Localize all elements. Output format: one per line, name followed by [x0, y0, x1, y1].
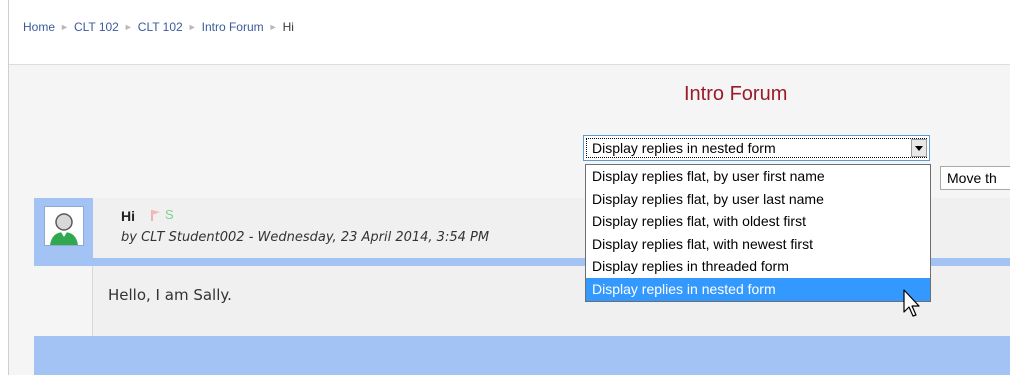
- breadcrumb-separator-icon: ►: [60, 22, 69, 32]
- flag-icon[interactable]: [149, 208, 163, 222]
- option-threaded[interactable]: Display replies in threaded form: [586, 255, 930, 278]
- move-discussion-select[interactable]: Move th: [940, 166, 1010, 190]
- post-byline: by CLT Student002 - Wednesday, 23 April …: [121, 230, 490, 245]
- move-discussion-label: Move th: [947, 170, 997, 186]
- post-footer: [34, 336, 1010, 375]
- post-subject: Hi: [121, 208, 135, 224]
- option-flat-oldest-first[interactable]: Display replies flat, with oldest first: [586, 210, 930, 233]
- forum-title: Intro Forum: [684, 83, 788, 105]
- mouse-cursor-icon: [903, 289, 920, 317]
- breadcrumb-separator-icon: ►: [268, 22, 278, 32]
- option-nested[interactable]: Display replies in nested form: [586, 277, 930, 301]
- display-mode-dropdown-list: Display replies flat, by user first name…: [585, 164, 931, 302]
- chevron-down-icon[interactable]: [911, 139, 927, 157]
- breadcrumb: Home ► CLT 102 ► CLT 102 ► Intro Forum ► Hi: [23, 20, 294, 34]
- breadcrumb-current: Hi: [282, 20, 294, 34]
- breadcrumb-separator-icon: ►: [187, 22, 197, 32]
- breadcrumb-course-2[interactable]: CLT 102: [138, 20, 183, 34]
- breadcrumb-separator-icon: ►: [123, 22, 133, 32]
- avatar[interactable]: [44, 206, 84, 246]
- option-flat-first-name[interactable]: Display replies flat, by user first name: [586, 165, 930, 188]
- user-avatar-icon: [45, 207, 83, 245]
- post-gutter: [34, 266, 93, 336]
- display-mode-selected-value: Display replies in nested form: [592, 140, 776, 156]
- breadcrumb-forum[interactable]: Intro Forum: [202, 20, 264, 34]
- breadcrumb-bar: Home ► CLT 102 ► CLT 102 ► Intro Forum ► Hi: [9, 0, 1010, 65]
- display-mode-select[interactable]: Display replies in nested form: [583, 135, 930, 161]
- option-flat-last-name[interactable]: Display replies flat, by user last name: [586, 188, 930, 211]
- breadcrumb-course[interactable]: CLT 102: [74, 20, 119, 34]
- post-message: Hello, I am Sally.: [108, 286, 232, 304]
- s-icon[interactable]: S: [165, 207, 174, 222]
- option-flat-newest-first[interactable]: Display replies flat, with newest first: [586, 233, 930, 256]
- breadcrumb-home[interactable]: Home: [23, 20, 55, 34]
